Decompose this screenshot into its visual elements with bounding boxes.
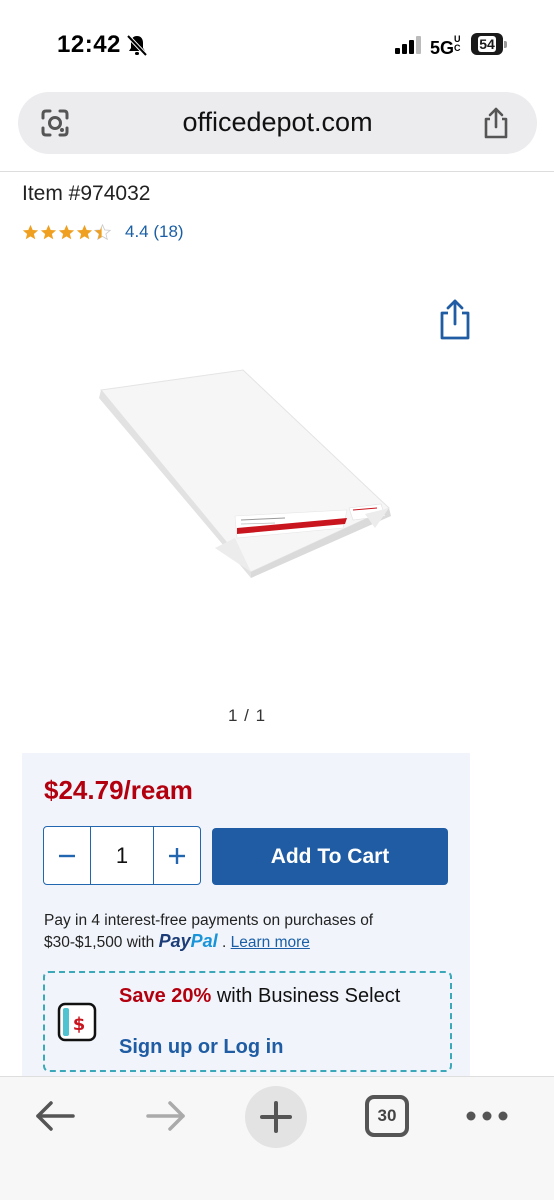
buy-box: $24.79/ream 1 Add To Cart Pay in 4 inter… [22,753,470,1083]
sign-up-login-link[interactable]: Sign up or Log in [119,1036,283,1059]
battery-level: 54 [478,36,496,52]
learn-more-link[interactable]: Learn more [231,934,310,951]
item-number: Item #974032 [22,182,151,205]
star-icon [76,224,93,239]
bell-off-icon [126,34,148,56]
price: $24.79/ream [44,775,193,805]
plus-icon [169,847,185,864]
url-text[interactable]: officedepot.com [18,107,537,138]
promo-rest: with Business Select [211,985,401,1007]
signal-icon [395,36,421,54]
star-icon [22,224,39,239]
rating-text[interactable]: 4.4 (18) [125,222,184,242]
share-icon[interactable] [438,298,472,340]
svg-text:$: $ [73,1014,86,1035]
star-icon [40,224,57,239]
increase-quantity-button[interactable] [154,827,200,884]
decrease-quantity-button[interactable] [44,827,90,884]
star-rating [22,223,111,241]
new-tab-button[interactable] [245,1086,307,1148]
forward-arrow-icon[interactable] [144,1099,188,1133]
browser-toolbar: 30 [0,1076,554,1200]
address-bar[interactable]: officedepot.com [18,92,537,154]
network-type: 5GUC [430,34,461,59]
gallery-count: 1 / 1 [227,706,267,725]
star-half-icon [94,223,111,240]
quantity-stepper: 1 [43,826,201,885]
tab-switcher-button[interactable]: 30 [365,1095,409,1137]
business-select-promo: $ Save 20% with Business Select Sign up … [43,971,452,1072]
status-bar: 12:42 5GUC 54 [0,0,554,90]
product-image[interactable] [95,368,395,578]
rating[interactable]: 4.4 (18) [22,220,184,244]
back-arrow-icon[interactable] [33,1099,77,1133]
header-divider [0,171,554,172]
add-to-cart-button[interactable]: Add To Cart [212,828,448,885]
share-icon[interactable] [480,106,512,140]
minus-icon [59,854,75,857]
quantity-input[interactable]: 1 [90,827,154,884]
paypal-message: Pay in 4 interest-free payments on purch… [44,910,454,953]
battery-icon: 54 [471,33,507,57]
ellipsis-icon[interactable] [464,1099,510,1133]
promo-save: Save 20% [119,985,212,1007]
paypal-logo: PayPal [158,931,218,951]
status-time: 12:42 [57,31,121,58]
paypal-separator: . [222,934,227,951]
star-icon [58,224,75,239]
dollar-icon: $ [57,1002,97,1042]
promo-text: Save 20% with Business Select [119,983,439,1010]
plus-icon [260,1101,292,1133]
